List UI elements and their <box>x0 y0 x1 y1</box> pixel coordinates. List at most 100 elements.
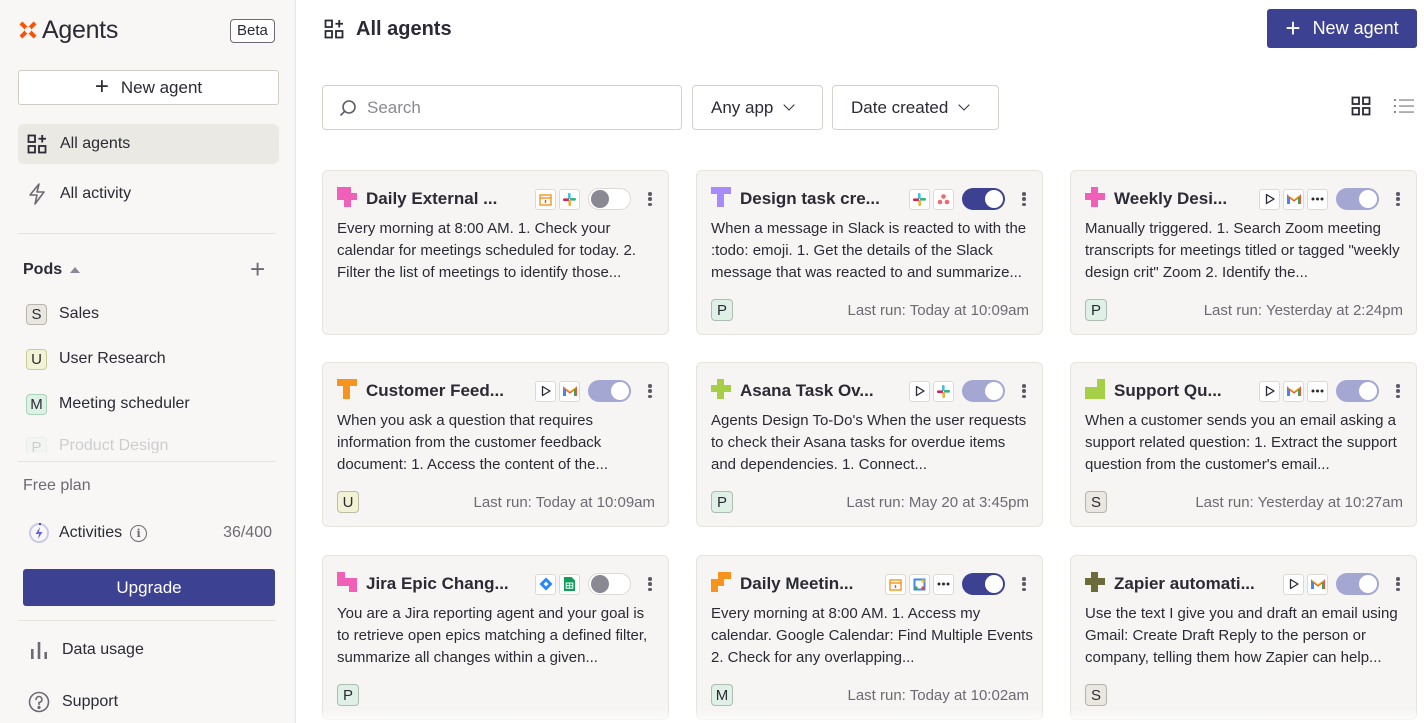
jira-icon <box>535 573 556 595</box>
agent-toggle[interactable] <box>588 188 631 210</box>
agent-card[interactable]: Customer Feed... When you ask a question… <box>322 362 669 527</box>
grid-icon <box>324 19 344 39</box>
search-box[interactable] <box>322 85 682 130</box>
date-created-filter[interactable]: Date created <box>832 85 999 130</box>
toggle-knob <box>591 575 609 593</box>
agent-toggle[interactable] <box>962 573 1005 595</box>
pod-item-meeting-scheduler[interactable]: M Meeting scheduler <box>26 392 190 416</box>
nav-all-agents[interactable]: All agents <box>18 124 279 164</box>
card-pod-badge: P <box>1085 299 1107 321</box>
upgrade-button[interactable]: Upgrade <box>23 569 275 606</box>
agent-icon <box>337 571 357 597</box>
agent-card[interactable]: Daily External ... Every morning at 8:00… <box>322 170 669 335</box>
pod-item-sales[interactable]: S Sales <box>26 302 99 326</box>
play-icon <box>909 380 930 402</box>
agent-card[interactable]: Design task cre... When a message in Sla… <box>696 170 1043 335</box>
more-icon <box>1307 188 1328 210</box>
app-icons <box>535 573 580 595</box>
more-vertical-icon[interactable] <box>1391 382 1405 400</box>
agent-card[interactable]: Weekly Desi... Manually triggered. 1. Se… <box>1070 170 1417 335</box>
gmail-icon <box>1307 573 1328 595</box>
card-pod-badge: S <box>1085 491 1107 513</box>
more-vertical-icon[interactable] <box>1391 575 1405 593</box>
plus-icon: + <box>94 72 109 100</box>
calendar-icon <box>885 573 906 595</box>
page-title-text: All agents <box>356 17 452 40</box>
pod-label: User Research <box>59 350 166 367</box>
card-title: Design task cre... <box>740 189 880 208</box>
card-pod-badge: M <box>711 684 733 706</box>
gmail-icon <box>559 380 580 402</box>
search-input[interactable] <box>367 97 667 118</box>
more-vertical-icon[interactable] <box>1017 575 1031 593</box>
more-vertical-icon[interactable] <box>643 190 657 208</box>
grid-view-icon <box>1351 96 1371 116</box>
any-app-filter[interactable]: Any app <box>692 85 823 130</box>
play-icon <box>1259 380 1280 402</box>
pod-item-user-research[interactable]: U User Research <box>26 347 166 371</box>
lightning-icon <box>26 183 48 205</box>
agent-card[interactable]: Asana Task Ov... Agents Design To-Do's W… <box>696 362 1043 527</box>
data-usage-link[interactable]: Data usage <box>28 637 144 663</box>
card-header: Asana Task Ov... <box>711 378 1031 403</box>
card-header: Support Qu... <box>1085 378 1405 403</box>
sidebar-new-agent-button[interactable]: + New agent <box>18 70 279 105</box>
card-pod-badge: S <box>1085 684 1107 706</box>
card-description: You are a Jira reporting agent and your … <box>337 605 648 666</box>
card-footer: S Last run: Yesterday at 10:27am <box>1085 490 1403 514</box>
pod-label: Product Design <box>59 437 169 453</box>
caret-up-icon <box>70 267 81 273</box>
agent-toggle[interactable] <box>588 380 631 402</box>
pods-header[interactable]: Pods <box>23 258 273 282</box>
app-icons <box>1283 573 1328 595</box>
add-pod-button[interactable]: + <box>250 256 265 282</box>
agent-toggle[interactable] <box>1336 573 1379 595</box>
more-icon <box>1307 380 1328 402</box>
divider <box>18 461 276 462</box>
nav-all-activity[interactable]: All activity <box>18 174 279 214</box>
card-title: Support Qu... <box>1114 381 1222 400</box>
pod-badge: P <box>26 437 47 453</box>
support-link[interactable]: Support <box>28 689 118 715</box>
help-circle-icon <box>28 691 50 713</box>
filter-label: Date created <box>851 97 949 117</box>
agent-toggle[interactable] <box>588 573 631 595</box>
pod-label: Sales <box>59 305 100 322</box>
card-footer: U Last run: Today at 10:09am <box>337 490 655 514</box>
agent-toggle[interactable] <box>962 188 1005 210</box>
agent-card[interactable]: Daily Meetin... Every morning at 8:00 AM… <box>696 555 1043 720</box>
plus-icon: + <box>1285 12 1301 43</box>
last-run-text: Last run: Today at 10:02am <box>847 686 1029 704</box>
grid-view-button[interactable] <box>1349 94 1373 118</box>
card-pod-badge: P <box>711 299 733 321</box>
agent-card[interactable]: Jira Epic Chang... You are a Jira report… <box>322 555 669 720</box>
agent-card[interactable]: Zapier automati... Use the text I give y… <box>1070 555 1417 720</box>
card-description: Every morning at 8:00 AM. 1. Access my c… <box>711 605 1033 666</box>
info-icon[interactable]: i <box>130 524 148 542</box>
agent-toggle[interactable] <box>962 380 1005 402</box>
more-vertical-icon[interactable] <box>1017 382 1031 400</box>
more-vertical-icon[interactable] <box>1017 190 1031 208</box>
app-icons <box>535 188 580 210</box>
last-run-text: Last run: Today at 10:09am <box>473 493 655 511</box>
brand[interactable]: Agents <box>18 14 118 46</box>
more-vertical-icon[interactable] <box>1391 190 1405 208</box>
agent-toggle[interactable] <box>1336 380 1379 402</box>
agent-card[interactable]: Support Qu... When a customer sends you … <box>1070 362 1417 527</box>
card-title: Daily Meetin... <box>740 574 854 593</box>
card-header: Daily External ... <box>337 186 657 211</box>
agent-toggle[interactable] <box>1336 188 1379 210</box>
last-run-text: Last run: Yesterday at 10:27am <box>1195 493 1403 511</box>
more-vertical-icon[interactable] <box>643 382 657 400</box>
gmail-icon <box>1283 188 1304 210</box>
card-footer: P Last run: Yesterday at 2:24pm <box>1085 298 1403 322</box>
toggle-knob <box>591 190 609 208</box>
calendar-icon <box>535 188 556 210</box>
play-icon <box>1283 573 1304 595</box>
more-vertical-icon[interactable] <box>643 575 657 593</box>
list-view-button[interactable] <box>1392 94 1416 118</box>
activities-label: Activities <box>59 524 123 541</box>
new-agent-button[interactable]: + New agent <box>1267 9 1417 48</box>
pod-item-product-design[interactable]: P Product Design <box>26 437 168 453</box>
agent-icon <box>711 571 731 597</box>
